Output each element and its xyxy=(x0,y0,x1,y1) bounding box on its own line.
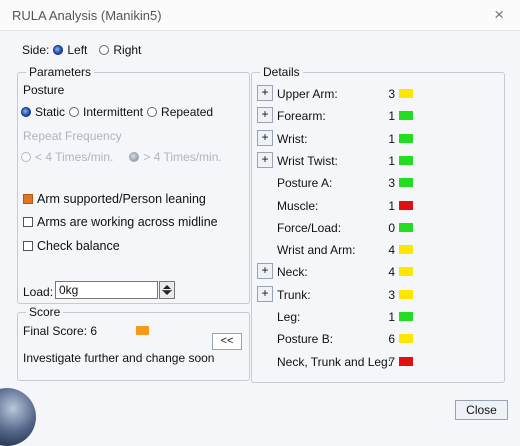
side-left-radio[interactable] xyxy=(53,45,64,55)
detail-label: Force/Load: xyxy=(277,221,342,235)
check-balance-checkbox[interactable] xyxy=(23,241,33,251)
side-left-label[interactable]: Left xyxy=(67,43,87,57)
final-score-swatch xyxy=(136,326,149,335)
detail-label: Wrist: xyxy=(277,132,308,146)
detail-color-swatch xyxy=(399,357,413,366)
details-legend: Details xyxy=(260,65,303,79)
detail-label: Wrist Twist: xyxy=(277,154,338,168)
close-button[interactable]: Close xyxy=(455,400,508,420)
repeat-frequency-label: Repeat Frequency xyxy=(23,129,122,143)
detail-value: 1 xyxy=(388,310,395,324)
detail-color-swatch xyxy=(399,334,413,343)
detail-value: 4 xyxy=(388,265,395,279)
side-right-radio[interactable] xyxy=(99,45,110,55)
detail-color-swatch xyxy=(399,178,413,187)
score-group: Score Final Score: 6 << Investigate furt… xyxy=(17,305,250,381)
final-score-label: Final Score: 6 xyxy=(23,324,98,338)
score-legend: Score xyxy=(26,305,64,319)
repeat-lt4-radio[interactable] xyxy=(21,152,31,162)
posture-intermittent-label[interactable]: Intermittent xyxy=(83,105,143,119)
detail-label: Neck, Trunk and Leg: xyxy=(277,355,392,369)
posture-static-label[interactable]: Static xyxy=(35,105,65,119)
expand-button[interactable]: + xyxy=(257,152,273,168)
detail-color-swatch xyxy=(399,267,413,276)
back-button[interactable]: << xyxy=(212,333,242,350)
load-spinner[interactable] xyxy=(159,281,175,299)
detail-label: Posture A: xyxy=(277,176,333,190)
detail-color-swatch xyxy=(399,201,413,210)
arms-midline-label[interactable]: Arms are working across midline xyxy=(37,215,218,229)
detail-color-swatch xyxy=(399,312,413,321)
posture-static-radio[interactable] xyxy=(21,107,31,117)
detail-label: Muscle: xyxy=(277,199,319,213)
details-group: Details + Upper Arm: 3 + Forearm: 1 + Wrist: 1 + W… xyxy=(251,65,505,383)
side-right-label[interactable]: Right xyxy=(113,43,141,57)
repeat-gt4-label[interactable]: > 4 Times/min. xyxy=(143,150,221,164)
side-label: Side: xyxy=(22,43,50,57)
detail-label: Posture B: xyxy=(277,332,334,346)
arms-midline-row[interactable]: Arms are working across midline xyxy=(23,215,218,229)
arm-supported-label[interactable]: Arm supported/Person leaning xyxy=(37,192,206,206)
detail-value: 4 xyxy=(388,243,395,257)
detail-value: 1 xyxy=(388,199,395,213)
detail-value: 0 xyxy=(388,221,395,235)
detail-color-swatch xyxy=(399,134,413,143)
detail-color-swatch xyxy=(399,290,413,299)
check-balance-label[interactable]: Check balance xyxy=(37,239,120,253)
spin-down-icon[interactable] xyxy=(163,291,171,295)
detail-color-swatch xyxy=(399,111,413,120)
posture-repeated-label[interactable]: Repeated xyxy=(161,105,213,119)
window-title: RULA Analysis (Manikin5) xyxy=(12,8,162,23)
side-selector: Side: Left Right xyxy=(22,43,141,57)
expand-button[interactable]: + xyxy=(257,130,273,146)
detail-label: Neck: xyxy=(277,265,308,279)
app-logo-orb xyxy=(0,388,36,446)
arm-supported-checkbox[interactable] xyxy=(23,194,33,204)
arms-midline-checkbox[interactable] xyxy=(23,217,33,227)
detail-color-swatch xyxy=(399,223,413,232)
detail-value: 3 xyxy=(388,288,395,302)
detail-value: 6 xyxy=(388,332,395,346)
repeat-lt4-label[interactable]: < 4 Times/min. xyxy=(35,150,113,164)
detail-value: 3 xyxy=(388,87,395,101)
detail-color-swatch xyxy=(399,245,413,254)
detail-label: Leg: xyxy=(277,310,301,324)
expand-button[interactable]: + xyxy=(257,85,273,101)
expand-button[interactable]: + xyxy=(257,286,273,302)
spin-up-icon[interactable] xyxy=(163,285,171,289)
title-bar: RULA Analysis (Manikin5) × xyxy=(0,0,520,31)
advice-text: Investigate further and change soon xyxy=(23,351,215,365)
posture-label: Posture xyxy=(23,83,65,97)
repeat-gt4-radio[interactable] xyxy=(129,152,140,162)
detail-label: Upper Arm: xyxy=(277,87,338,101)
load-input[interactable]: 0kg xyxy=(55,281,158,299)
load-label: Load: xyxy=(23,285,54,299)
check-balance-row[interactable]: Check balance xyxy=(23,239,120,253)
detail-value: 1 xyxy=(388,132,395,146)
detail-color-swatch xyxy=(399,156,413,165)
parameters-group: Parameters Posture Static Intermittent R… xyxy=(17,65,250,304)
parameters-legend: Parameters xyxy=(26,65,95,79)
posture-repeated-radio[interactable] xyxy=(147,107,158,117)
detail-value: 7 xyxy=(388,355,395,369)
arm-supported-row[interactable]: Arm supported/Person leaning xyxy=(23,192,206,206)
detail-color-swatch xyxy=(399,89,413,98)
expand-button[interactable]: + xyxy=(257,107,273,123)
detail-label: Wrist and Arm: xyxy=(277,243,356,257)
repeat-frequency-options: < 4 Times/min. > 4 Times/min. xyxy=(21,150,222,164)
detail-label: Trunk: xyxy=(277,288,311,302)
detail-value: 3 xyxy=(388,176,395,190)
expand-button[interactable]: + xyxy=(257,263,273,279)
detail-label: Forearm: xyxy=(277,109,326,123)
detail-value: 1 xyxy=(388,154,395,168)
posture-intermittent-radio[interactable] xyxy=(69,107,80,117)
detail-value: 1 xyxy=(388,109,395,123)
close-icon[interactable]: × xyxy=(494,5,504,25)
posture-options: Static Intermittent Repeated xyxy=(21,105,213,119)
